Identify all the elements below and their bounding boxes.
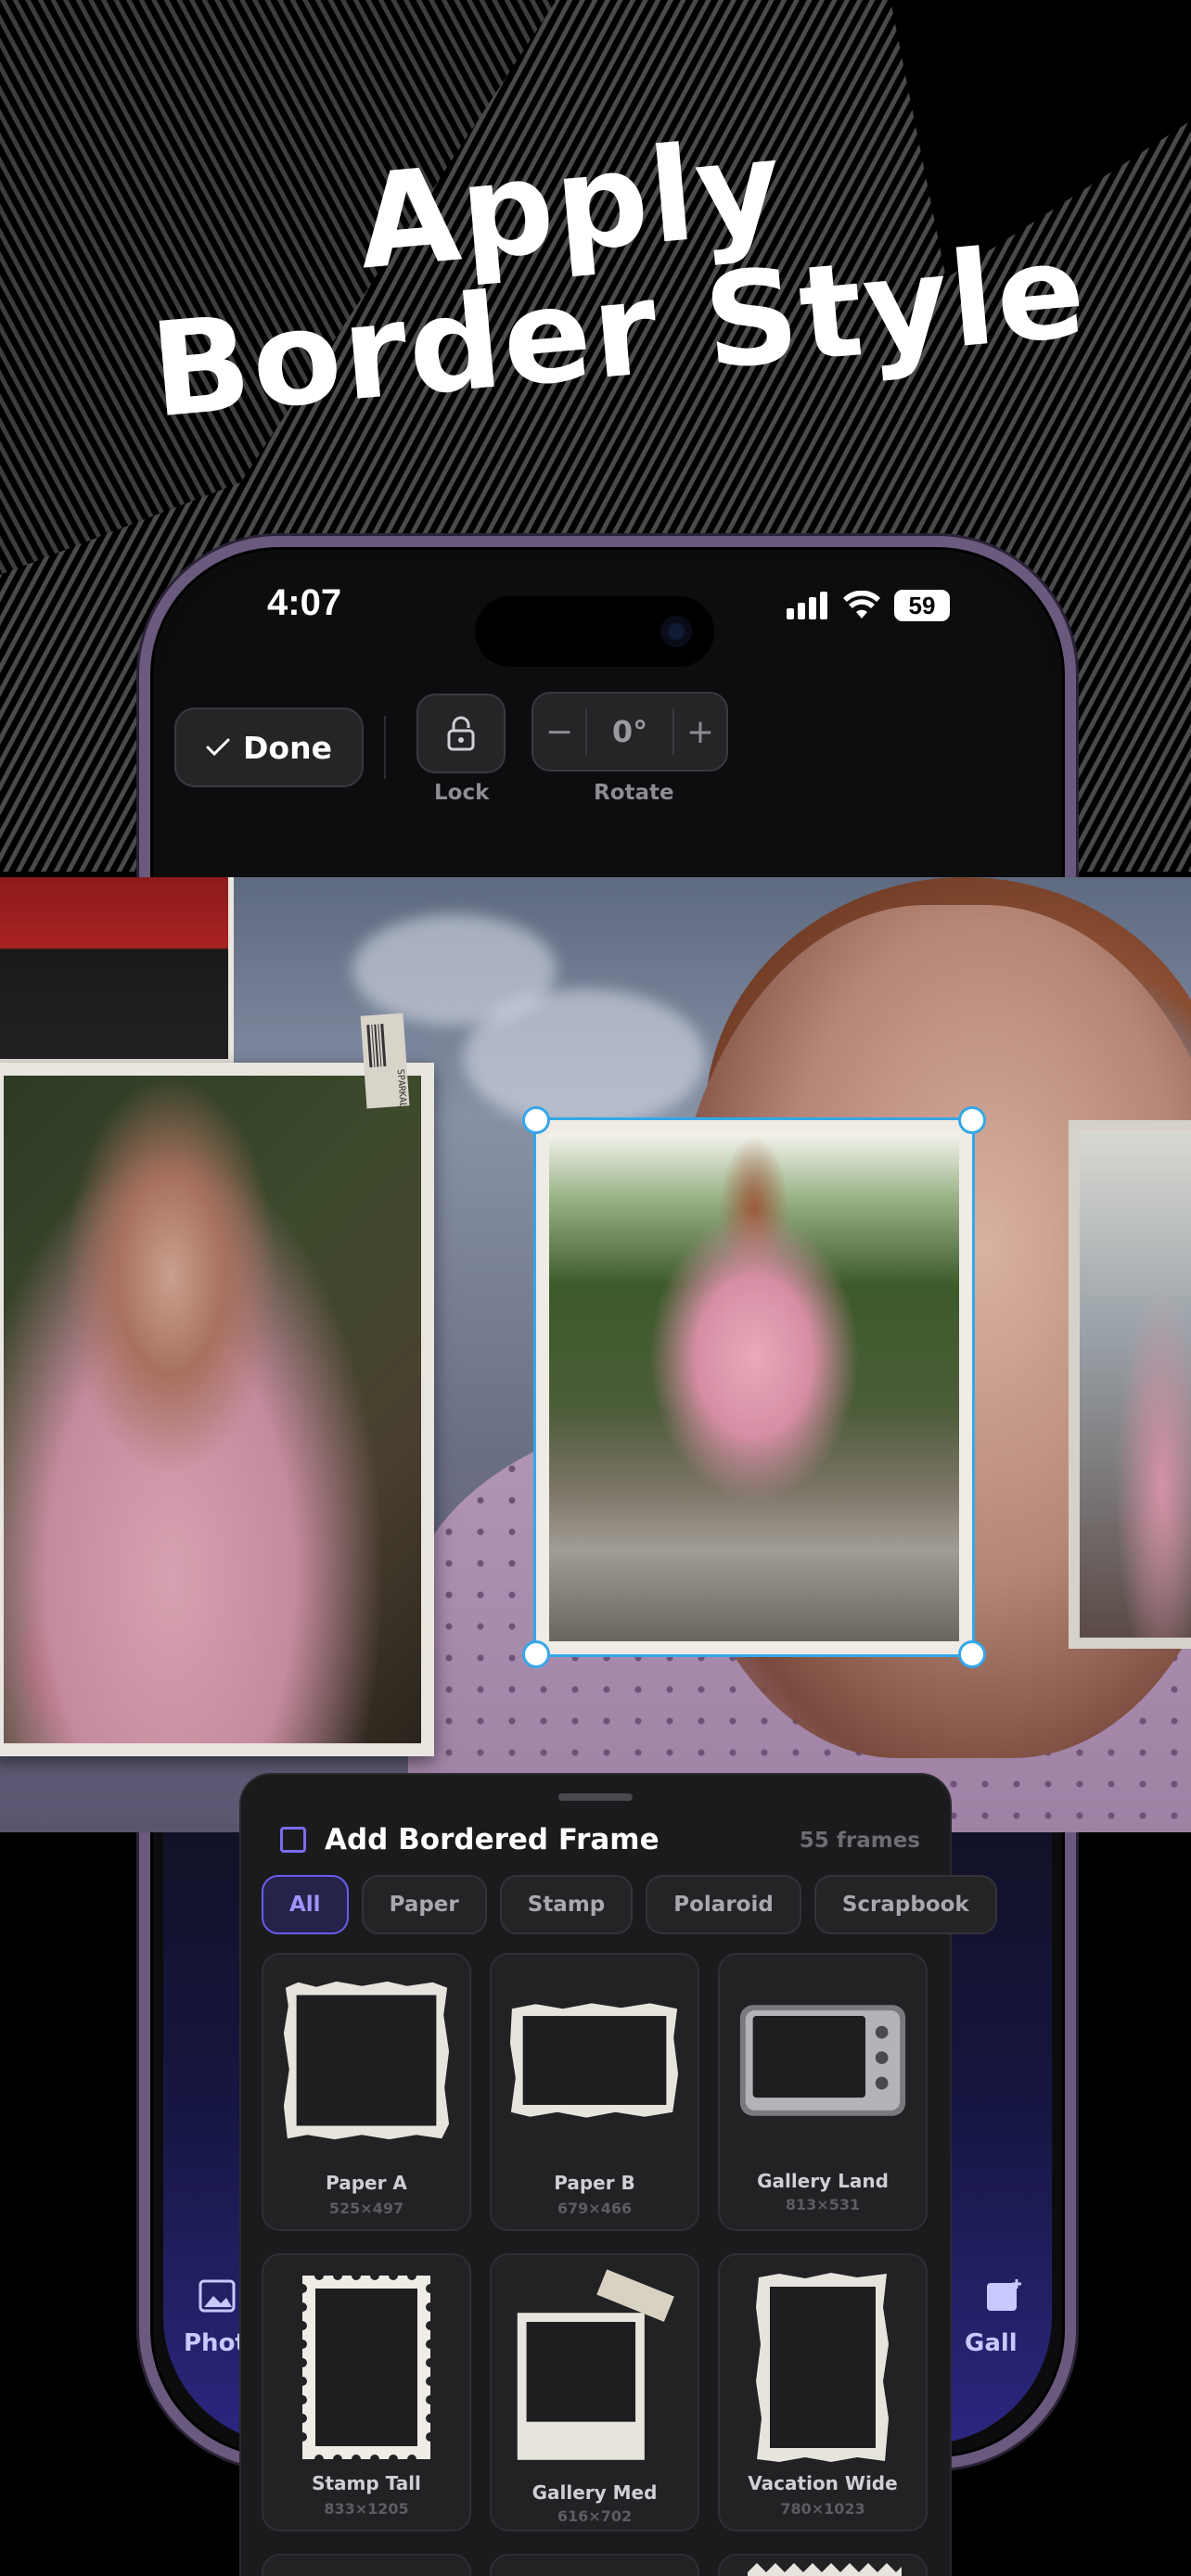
add-frame-sheet: Add Bordered Frame 55 frames All Paper S… <box>239 1773 997 2576</box>
selected-photo <box>549 1133 959 1641</box>
frame-name: Gallery Med <box>531 2481 658 2504</box>
right-photo-frame[interactable] <box>1069 1120 1191 1649</box>
left-photo-frame[interactable] <box>0 1063 434 1756</box>
chip-polaroid[interactable]: Polaroid <box>646 1875 801 1934</box>
frame-dims: 679×466 <box>557 2200 633 2217</box>
sheet-title: Add Bordered Frame <box>280 1823 660 1856</box>
done-label: Done <box>243 729 332 766</box>
dock-photos-label[interactable]: Phot <box>184 2329 247 2357</box>
chip-all[interactable]: All <box>262 1875 349 1934</box>
right-photo <box>1080 1131 1191 1638</box>
lock-button[interactable] <box>416 694 506 773</box>
frame-thumbnail <box>280 1977 453 2144</box>
frame-card[interactable]: Paper B 679×466 <box>490 1953 699 2231</box>
frame-card[interactable]: Gallery Med 616×702 <box>490 2253 699 2531</box>
frame-name: Paper B <box>554 2172 635 2194</box>
frame-thumbnail <box>736 1977 909 2144</box>
dock-gallery-label[interactable]: Gall <box>965 2329 1018 2357</box>
photo-tag-text: SPARKAL <box>395 1069 408 1109</box>
rotate-minus-button[interactable]: − <box>533 713 585 751</box>
poster-photo[interactable] <box>0 877 234 1065</box>
lock-icon <box>447 716 475 751</box>
frame-dims: 780×1023 <box>780 2500 865 2518</box>
frame-dims: 833×1205 <box>324 2500 409 2518</box>
photo-tag: SPARKAL <box>360 1013 410 1109</box>
lock-label: Lock <box>434 781 490 805</box>
frame-thumbnail <box>748 2563 902 2576</box>
sheet-grabber[interactable] <box>558 1793 633 1801</box>
resize-handle-bottom-left[interactable] <box>522 1640 550 1668</box>
rotate-stepper[interactable]: − 0° + <box>531 692 728 772</box>
frame-card[interactable]: Stamp Tall 833×1205 <box>262 2253 471 2531</box>
frame-thumbnail <box>280 2268 453 2467</box>
frame-grid: Paper A 525×497 Paper B 679×466 Gallery … <box>262 1953 928 2576</box>
rotate-value: 0° <box>585 708 674 755</box>
rotate-plus-button[interactable]: + <box>674 713 726 751</box>
sky-cloud <box>464 988 705 1128</box>
frame-dims: 525×497 <box>328 2200 404 2217</box>
left-photo <box>4 1076 421 1743</box>
chip-scrapbook[interactable]: Scrapbook <box>813 1875 997 1934</box>
resize-handle-top-right[interactable] <box>958 1106 986 1134</box>
frame-dims: 813×531 <box>785 2196 861 2213</box>
camera-icon <box>660 616 692 647</box>
selected-photo-frame[interactable] <box>533 1117 975 1657</box>
frame-icon <box>280 1827 306 1853</box>
frame-card[interactable]: Vacation Wide 780×1023 <box>718 2253 928 2531</box>
status-icons: 59 <box>787 590 950 621</box>
photos-icon <box>198 2279 236 2313</box>
frame-card[interactable]: Paper A 525×497 <box>262 1953 471 2231</box>
frame-thumbnail <box>736 2268 909 2467</box>
frame-card[interactable] <box>718 2554 928 2576</box>
rotate-label: Rotate <box>594 781 674 805</box>
chip-paper[interactable]: Paper <box>361 1875 487 1934</box>
gallery-icon <box>987 2279 1021 2311</box>
filter-chips: All Paper Stamp Polaroid Scrapbook <box>262 1875 997 1934</box>
chip-stamp[interactable]: Stamp <box>499 1875 634 1934</box>
frame-dims: 616×702 <box>557 2507 633 2525</box>
frame-name: Paper A <box>326 2172 407 2194</box>
sheet-title-text: Add Bordered Frame <box>325 1823 660 1856</box>
frame-count: 55 frames <box>799 1829 920 1853</box>
app-store-screenshot: Apply Border Style 4:07 59 Done Lock − 0… <box>0 0 1191 2576</box>
battery-indicator: 59 <box>894 590 950 621</box>
frame-name: Vacation Wide <box>748 2472 898 2494</box>
checkmark-icon <box>206 738 230 757</box>
frame-thumbnail <box>508 1977 681 2144</box>
frame-card[interactable] <box>490 2554 699 2576</box>
frame-name: Gallery Land <box>757 2170 889 2192</box>
wifi-icon <box>843 591 880 618</box>
status-time: 4:07 <box>267 582 342 623</box>
frame-name: Stamp Tall <box>312 2472 421 2494</box>
collage-canvas[interactable]: SPARKAL <box>0 877 1191 1832</box>
resize-handle-top-left[interactable] <box>522 1106 550 1134</box>
frame-card[interactable]: Gallery Land 813×531 <box>718 1953 928 2231</box>
frame-card[interactable] <box>262 2554 471 2576</box>
signal-icon <box>787 592 827 619</box>
frame-thumbnail <box>508 2263 681 2467</box>
toolbar-divider <box>384 716 386 779</box>
resize-handle-bottom-right[interactable] <box>958 1640 986 1668</box>
done-button[interactable]: Done <box>174 708 364 787</box>
